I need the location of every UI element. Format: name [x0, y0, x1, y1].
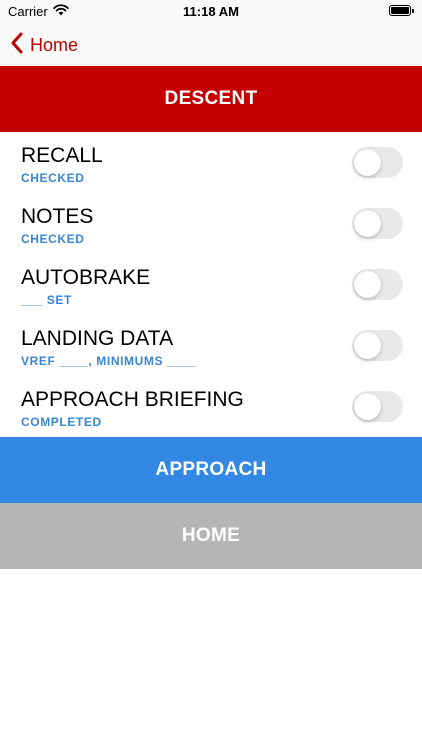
recall-toggle[interactable] — [352, 147, 403, 178]
status-time: 11:18 AM — [183, 4, 239, 19]
toggle-knob — [354, 210, 381, 237]
section-title-banner: DESCENT — [0, 66, 422, 132]
item-subtitle: ___ SET — [21, 293, 72, 307]
item-subtitle: COMPLETED — [21, 415, 102, 429]
battery-icon — [389, 5, 414, 16]
item-title: LANDING DATA — [21, 327, 174, 350]
checklist-row-autobrake: AUTOBRAKE ___ SET — [0, 254, 422, 315]
checklist: RECALL CHECKED NOTES CHECKED AUTOBRAKE _… — [0, 132, 422, 437]
toggle-knob — [354, 149, 381, 176]
toggle-knob — [354, 332, 381, 359]
checklist-row-landing-data: LANDING DATA VREF ____, MINIMUMS ____ — [0, 315, 422, 376]
item-subtitle: CHECKED — [21, 171, 85, 185]
back-button[interactable]: Home — [10, 32, 78, 59]
approach-briefing-toggle[interactable] — [352, 391, 403, 422]
checklist-row-notes: NOTES CHECKED — [0, 193, 422, 254]
item-title: RECALL — [21, 144, 103, 167]
back-label: Home — [30, 35, 79, 55]
home-button[interactable]: HOME — [0, 503, 422, 569]
item-title: NOTES — [21, 205, 94, 228]
toggle-knob — [354, 271, 381, 298]
item-title: APPROACH BRIEFING — [21, 388, 244, 411]
chevron-left-icon — [10, 32, 24, 59]
item-subtitle: CHECKED — [21, 232, 85, 246]
toggle-knob — [354, 393, 381, 420]
autobrake-toggle[interactable] — [352, 269, 403, 300]
checklist-row-approach-briefing: APPROACH BRIEFING COMPLETED — [0, 376, 422, 437]
notes-toggle[interactable] — [352, 208, 403, 239]
item-title: AUTOBRAKE — [21, 266, 151, 289]
navigation-bar: Home — [0, 24, 422, 66]
landing-data-toggle[interactable] — [352, 330, 403, 361]
app-screen: Carrier 11:18 AM Home DESCENT RECALL CHE… — [0, 0, 422, 750]
status-bar: Carrier 11:18 AM — [0, 0, 422, 24]
item-subtitle: VREF ____, MINIMUMS ____ — [21, 354, 197, 368]
checklist-row-recall: RECALL CHECKED — [0, 132, 422, 193]
approach-button[interactable]: APPROACH — [0, 437, 422, 503]
